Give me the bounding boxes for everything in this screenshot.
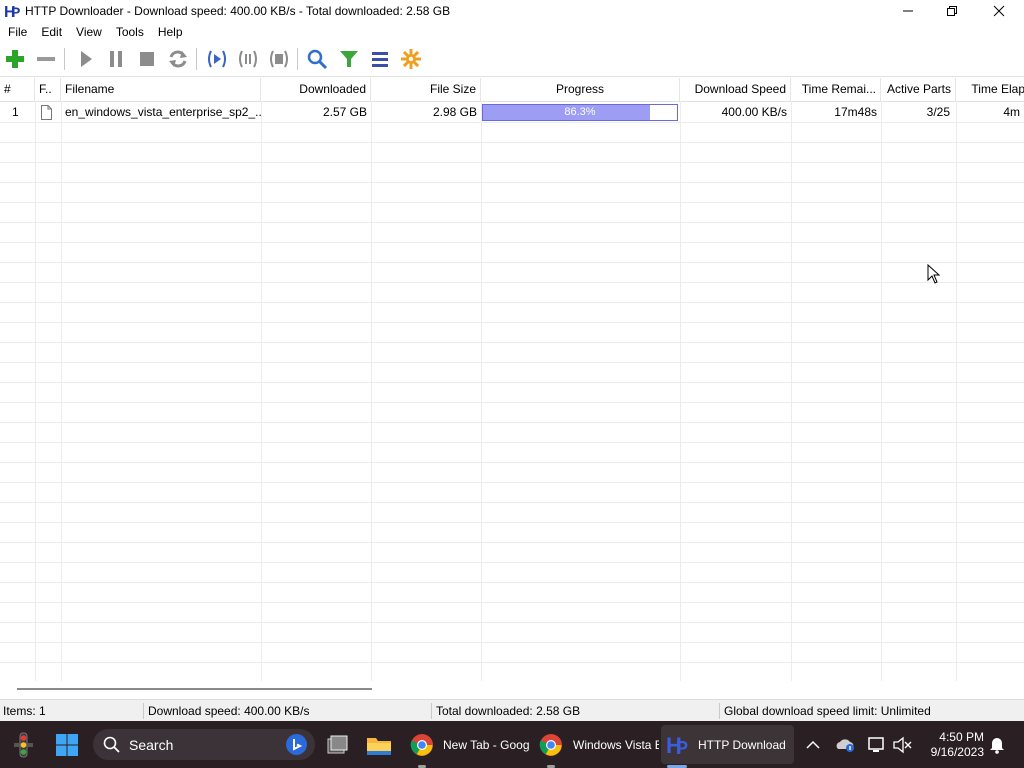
column-header-filesize[interactable]: File Size — [371, 78, 481, 101]
notification-bell-icon[interactable] — [987, 721, 1007, 768]
menu-file[interactable]: File — [0, 25, 33, 39]
minimize-button[interactable] — [885, 0, 931, 22]
taskbar-app-label: HTTP Download — [698, 737, 786, 752]
restore-button[interactable] — [929, 0, 975, 22]
clock-time: 4:50 PM — [939, 729, 984, 744]
chrome-icon — [410, 733, 433, 756]
menu-view[interactable]: View — [68, 25, 108, 39]
column-header-downloaded[interactable]: Downloaded — [261, 78, 371, 101]
window-title: HTTP Downloader - Download speed: 400.00… — [25, 4, 451, 18]
svg-text:P: P — [11, 4, 20, 20]
download-list[interactable]: # F.. Filename Downloaded File Size Prog… — [0, 78, 1024, 681]
title-bar: H P HTTP Downloader - Download speed: 40… — [0, 0, 1024, 22]
row-downloaded: 2.57 GB — [322, 105, 367, 119]
status-total-downloaded: Total downloaded: 2.58 GB — [436, 704, 581, 718]
start-all-icon[interactable] — [205, 47, 229, 71]
clock[interactable]: 4:50 PM 9/16/2023 — [917, 721, 985, 768]
app-logo-icon: H P — [3, 2, 21, 20]
column-header-time-remaining[interactable]: Time Remai... — [791, 78, 881, 101]
pause-icon[interactable] — [104, 47, 128, 71]
status-speed-limit: Global download speed limit: Unlimited — [724, 704, 931, 718]
toolbar — [0, 42, 1024, 77]
menu-help[interactable]: Help — [150, 25, 189, 39]
taskbar-app-chrome-newtab[interactable]: New Tab - Goog — [405, 725, 533, 764]
remove-icon[interactable] — [34, 47, 58, 71]
show-hidden-icons-chevron-up-icon[interactable] — [803, 721, 823, 768]
pause-all-icon[interactable] — [236, 47, 260, 71]
row-filename: en_windows_vista_enterprise_sp2_... — [65, 105, 261, 119]
file-explorer-icon[interactable] — [364, 721, 394, 768]
row-active-parts: 3/25 — [926, 105, 950, 119]
chrome-icon — [539, 733, 562, 756]
start-icon[interactable] — [74, 47, 98, 71]
row-download-speed: 400.00 KB/s — [721, 105, 787, 119]
status-bar: Items: 1 Download speed: 400.00 KB/s Tot… — [0, 699, 1024, 722]
column-header-download-speed[interactable]: Download Speed — [680, 78, 791, 101]
column-header-filetype[interactable]: F.. — [35, 78, 61, 101]
row-time-remaining: 17m48s — [834, 105, 877, 119]
taskbar-app-http-downloader[interactable]: HP HTTP Download — [661, 725, 794, 764]
network-icon[interactable] — [865, 721, 889, 768]
horizontal-scrollbar[interactable] — [0, 681, 1024, 697]
progress-bar: 86.3% — [482, 104, 678, 121]
search-icon[interactable] — [305, 47, 329, 71]
search-icon — [103, 736, 120, 753]
widgets-icon[interactable] — [8, 721, 38, 768]
taskbar-app-chrome-vista[interactable]: Windows Vista E — [535, 725, 659, 764]
column-header-number[interactable]: # — [0, 78, 35, 101]
taskbar-search[interactable]: Search — [93, 729, 315, 760]
volume-muted-icon[interactable] — [891, 721, 913, 768]
status-download-speed: Download speed: 400.00 KB/s — [148, 704, 310, 718]
column-header-progress[interactable]: Progress — [481, 78, 680, 101]
column-header-active-parts[interactable]: Active Parts — [881, 78, 956, 101]
add-icon[interactable] — [3, 47, 27, 71]
status-items: Items: 1 — [3, 704, 46, 718]
stop-icon[interactable] — [135, 47, 159, 71]
bing-icon — [286, 734, 307, 755]
menu-edit[interactable]: Edit — [33, 25, 68, 39]
options-icon[interactable] — [399, 47, 423, 71]
onedrive-icon[interactable] — [833, 721, 857, 768]
taskbar-app-label: New Tab - Goog — [443, 737, 530, 752]
row-number: 1 — [12, 105, 19, 119]
taskbar-app-label: Windows Vista E — [573, 737, 659, 752]
scrollbar-thumb[interactable] — [17, 688, 372, 690]
row-time-elapsed: 4m — [1003, 105, 1020, 119]
filter-icon[interactable] — [337, 47, 361, 71]
search-label: Search — [129, 736, 174, 753]
menu-bar: File Edit View Tools Help — [0, 22, 1024, 42]
progress-text: 86.3% — [564, 106, 596, 118]
column-header-time-elapsed[interactable]: Time Elaps — [956, 78, 1024, 101]
column-header-filename[interactable]: Filename — [61, 78, 261, 101]
mouse-cursor-icon — [927, 264, 941, 284]
file-icon — [35, 102, 61, 122]
grid-header: # F.. Filename Downloaded File Size Prog… — [0, 78, 1024, 102]
row-file-size: 2.98 GB — [432, 105, 477, 119]
start-button[interactable] — [53, 721, 81, 768]
menu-tools[interactable]: Tools — [108, 25, 150, 39]
stop-all-icon[interactable] — [267, 47, 291, 71]
http-downloader-icon: HP — [666, 733, 688, 758]
clock-date: 9/16/2023 — [930, 744, 984, 759]
taskbar: Search New Tab - Goog Windows Vista E HP… — [0, 721, 1024, 768]
close-button[interactable] — [976, 0, 1022, 22]
restart-icon[interactable] — [166, 47, 190, 71]
task-view-icon[interactable] — [323, 721, 351, 768]
list-icon[interactable] — [368, 47, 392, 71]
svg-text:P: P — [676, 738, 688, 758]
